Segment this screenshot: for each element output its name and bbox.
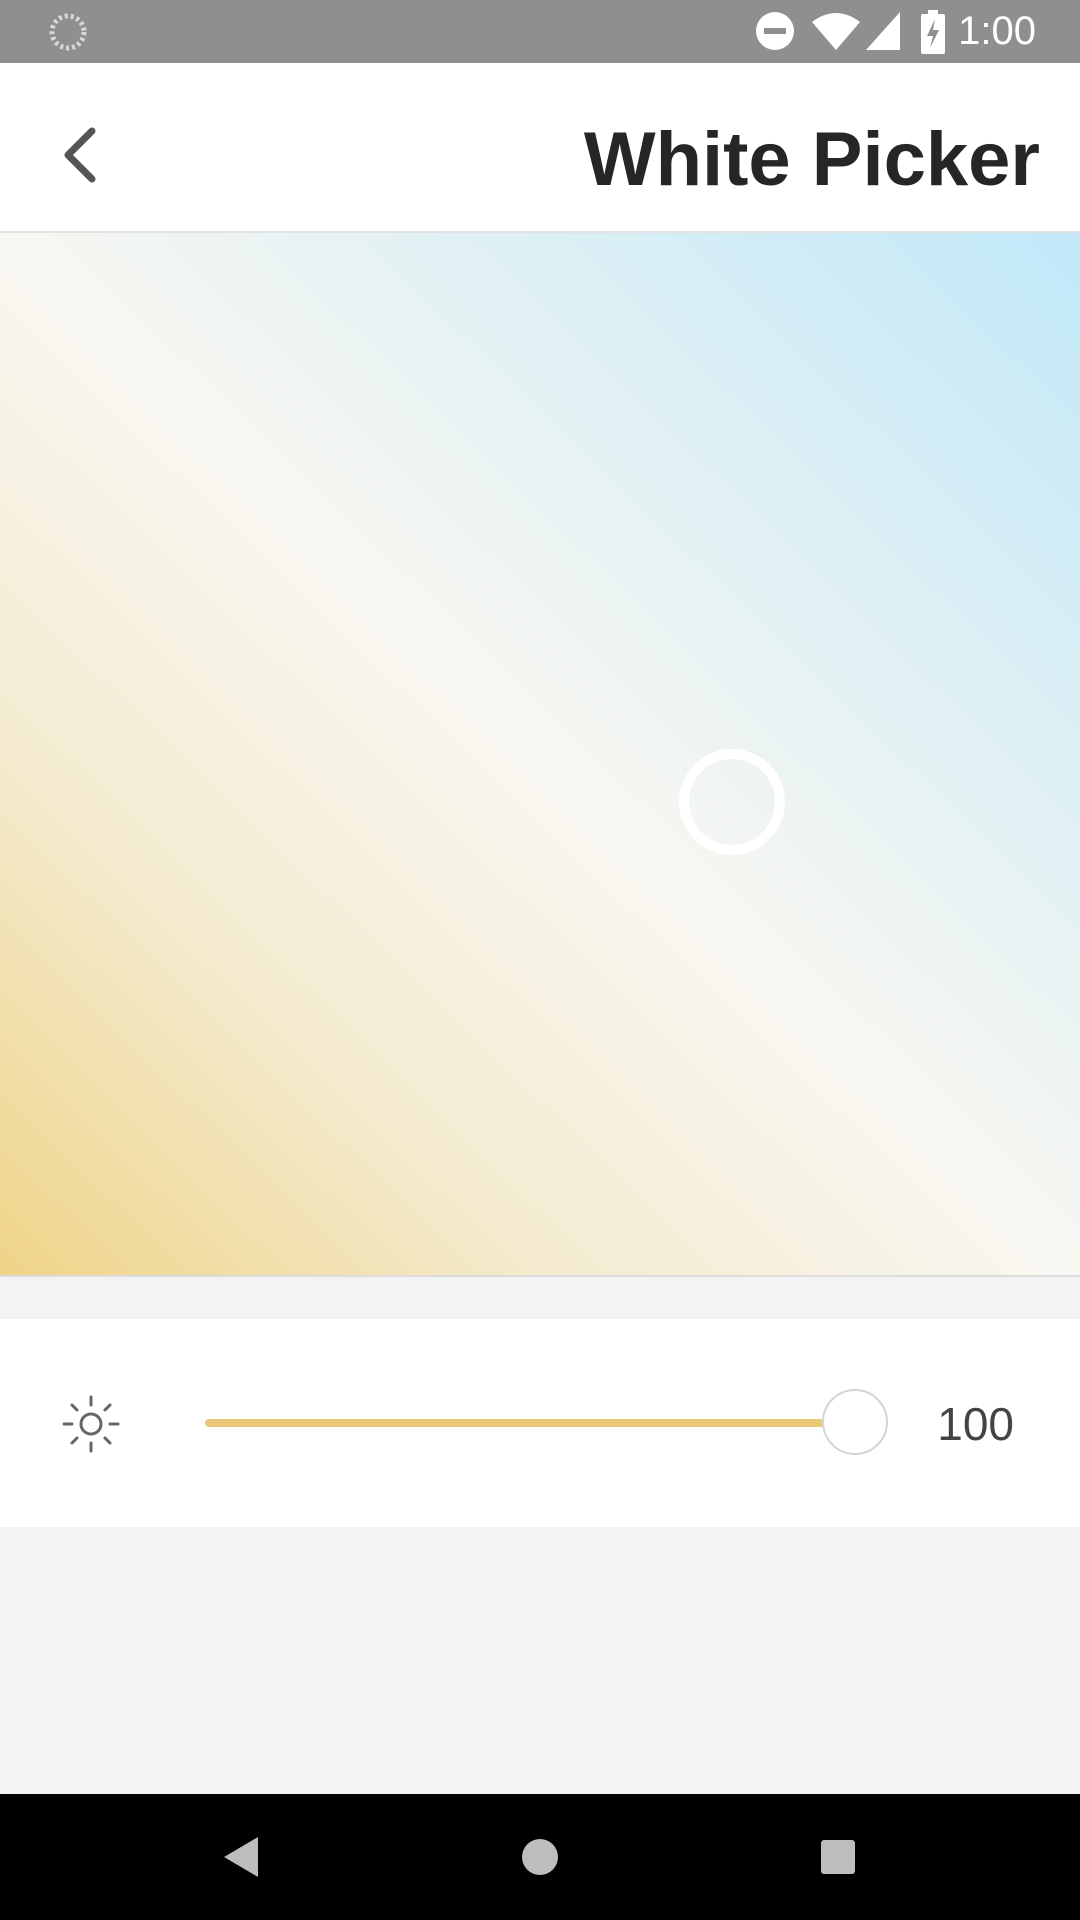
status-time: 1:00: [958, 9, 1036, 53]
back-triangle-icon[interactable]: [212, 1827, 272, 1887]
app-bar: White Picker: [0, 63, 1080, 233]
status-bar: 1:00: [0, 0, 1080, 63]
do-not-disturb-icon: [756, 12, 794, 50]
battery-charging-icon: [921, 10, 945, 54]
navigation-bar: [0, 1794, 1080, 1920]
slider-thumb[interactable]: [822, 1389, 888, 1455]
page-title: White Picker: [583, 117, 1040, 202]
cell-signal-icon: [866, 12, 900, 50]
white-picker-area[interactable]: [0, 233, 1080, 1277]
sun-icon: [62, 1395, 120, 1453]
picker-handle[interactable]: [679, 749, 785, 855]
wifi-icon: [812, 13, 860, 50]
home-circle-icon[interactable]: [510, 1827, 570, 1887]
slider-fill: [205, 1419, 855, 1427]
brightness-slider[interactable]: [205, 1385, 888, 1461]
back-button[interactable]: [40, 115, 120, 195]
brightness-panel: 100: [0, 1319, 1080, 1527]
brightness-value: 100: [937, 1398, 1014, 1450]
recents-square-icon[interactable]: [808, 1827, 868, 1887]
loading-icon: [49, 13, 87, 51]
chevron-left-icon: [64, 127, 96, 183]
